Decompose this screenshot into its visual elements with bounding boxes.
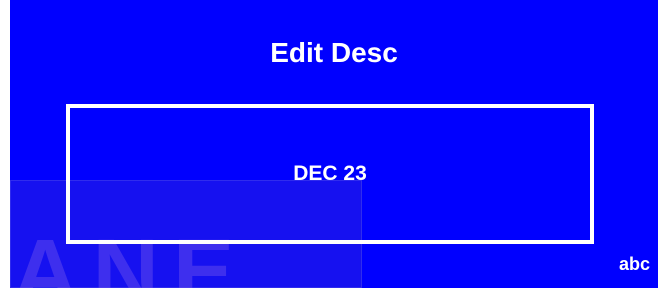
description-input-value: DEC 23 [293,162,367,185]
edit-description-screen: ANE Edit Desc DEC 23 abc [0,0,658,288]
input-mode-indicator[interactable]: abc [619,253,650,275]
dialog-panel: ANE Edit Desc DEC 23 abc [10,0,658,288]
dialog-title: Edit Desc [270,37,398,68]
description-input-field[interactable]: DEC 23 [66,104,594,244]
